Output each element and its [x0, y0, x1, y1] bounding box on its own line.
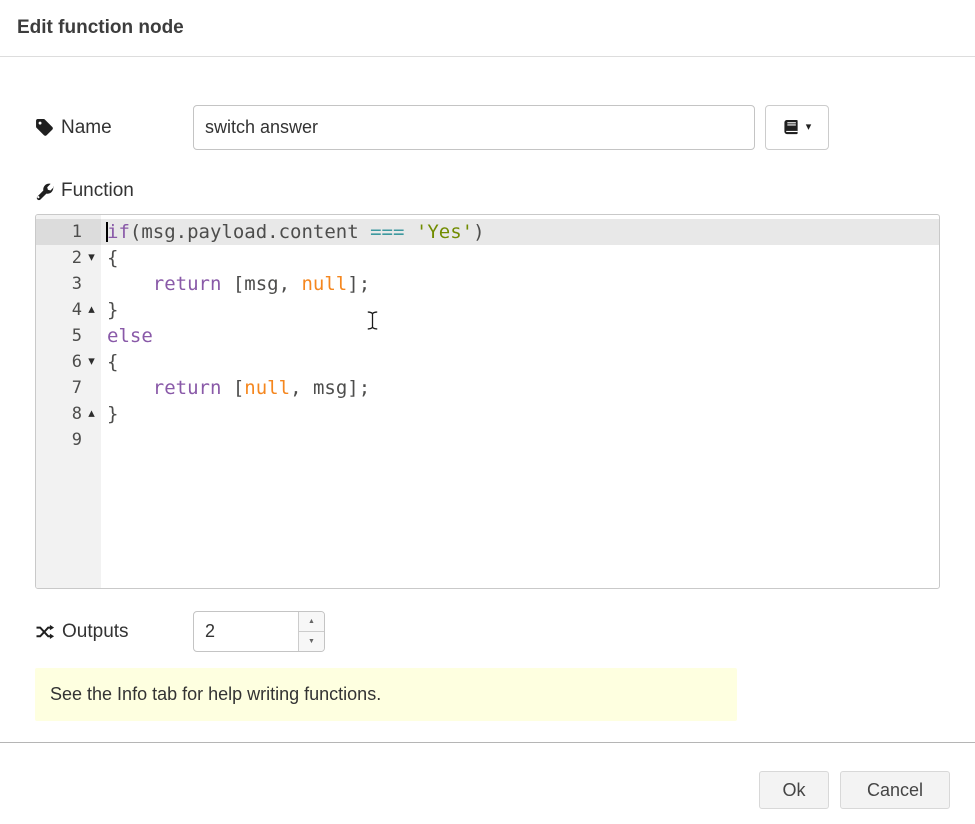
function-label-row: Function: [35, 180, 940, 202]
gutter-cell[interactable]: 1: [36, 219, 101, 245]
code-line-7[interactable]: 7 return [null, msg];: [36, 375, 939, 401]
code-line-6[interactable]: 6▾{: [36, 349, 939, 375]
name-row: Name ▾: [35, 105, 940, 150]
code-line-3[interactable]: 3 return [msg, null];: [36, 271, 939, 297]
gutter-cell[interactable]: 2▾: [36, 245, 101, 271]
line-number: 3: [72, 271, 82, 297]
spinner-up-button[interactable]: ▲: [299, 612, 324, 632]
gutter-cell[interactable]: 4▴: [36, 297, 101, 323]
line-number: 5: [72, 323, 82, 349]
gutter-cell[interactable]: 7: [36, 375, 101, 401]
wrench-icon: [35, 182, 54, 201]
code-text: }: [101, 401, 939, 427]
gutter-cell[interactable]: 8▴: [36, 401, 101, 427]
gutter-cell[interactable]: 3: [36, 271, 101, 297]
outputs-label-text: Outputs: [62, 621, 129, 643]
dialog-body: Name ▾ Function: [0, 105, 975, 721]
line-number: 4: [72, 297, 82, 323]
outputs-row: Outputs ▲ ▼: [35, 611, 940, 652]
dialog-footer: Ok Cancel: [0, 742, 975, 809]
code-line-1[interactable]: 1 if(msg.payload.content === 'Yes'): [36, 219, 939, 245]
spinner-down-button[interactable]: ▼: [299, 632, 324, 651]
name-label: Name: [35, 117, 193, 139]
line-number: 7: [72, 375, 82, 401]
outputs-spinner: ▲ ▼: [193, 611, 325, 652]
code-line-8[interactable]: 8▴}: [36, 401, 939, 427]
code-text: {: [101, 349, 939, 375]
info-tip: See the Info tab for help writing functi…: [35, 668, 737, 721]
shuffle-icon: [35, 623, 55, 641]
tag-icon: [35, 118, 54, 137]
editor-lines: 1if(msg.payload.content === 'Yes')2▾{3 r…: [36, 215, 939, 453]
caret-down-icon: ▾: [806, 122, 812, 133]
function-code-editor[interactable]: 1if(msg.payload.content === 'Yes')2▾{3 r…: [35, 214, 940, 589]
editor-caret: [106, 222, 108, 242]
line-number: 8: [72, 401, 82, 427]
code-text: return [msg, null];: [101, 271, 939, 297]
cancel-button[interactable]: Cancel: [840, 771, 950, 809]
outputs-label: Outputs: [35, 621, 193, 643]
code-line-9[interactable]: 9: [36, 427, 939, 453]
dialog-header: Edit function node: [0, 0, 975, 57]
spinner-buttons: ▲ ▼: [298, 612, 324, 651]
code-line-4[interactable]: 4▴}: [36, 297, 939, 323]
outputs-input[interactable]: [194, 612, 298, 651]
gutter-cell[interactable]: 9: [36, 427, 101, 453]
book-icon: [783, 119, 800, 136]
code-text: if(msg.payload.content === 'Yes'): [101, 219, 939, 245]
fold-end-icon[interactable]: ▴: [82, 297, 101, 323]
function-label-text: Function: [61, 180, 134, 202]
ok-button[interactable]: Ok: [759, 771, 829, 809]
name-label-text: Name: [61, 117, 112, 139]
fold-open-icon[interactable]: ▾: [82, 245, 101, 271]
dialog-title: Edit function node: [17, 17, 184, 39]
line-number: 9: [72, 427, 82, 453]
line-number: 6: [72, 349, 82, 375]
gutter-cell[interactable]: 5: [36, 323, 101, 349]
fold-open-icon[interactable]: ▾: [82, 349, 101, 375]
info-tip-text: See the Info tab for help writing functi…: [50, 684, 381, 704]
edit-function-node-dialog: Edit function node Name ▾: [0, 0, 975, 809]
code-line-5[interactable]: 5 else: [36, 323, 939, 349]
line-number: 1: [72, 219, 82, 245]
code-text: }: [101, 297, 939, 323]
fold-end-icon[interactable]: ▴: [82, 401, 101, 427]
library-button[interactable]: ▾: [765, 105, 829, 150]
code-text: else: [101, 323, 939, 349]
code-text: {: [101, 245, 939, 271]
gutter-cell[interactable]: 6▾: [36, 349, 101, 375]
code-line-2[interactable]: 2▾{: [36, 245, 939, 271]
code-text: [101, 427, 939, 453]
name-input[interactable]: [193, 105, 755, 150]
function-label: Function: [35, 180, 193, 202]
line-number: 2: [72, 245, 82, 271]
code-text: return [null, msg];: [101, 375, 939, 401]
